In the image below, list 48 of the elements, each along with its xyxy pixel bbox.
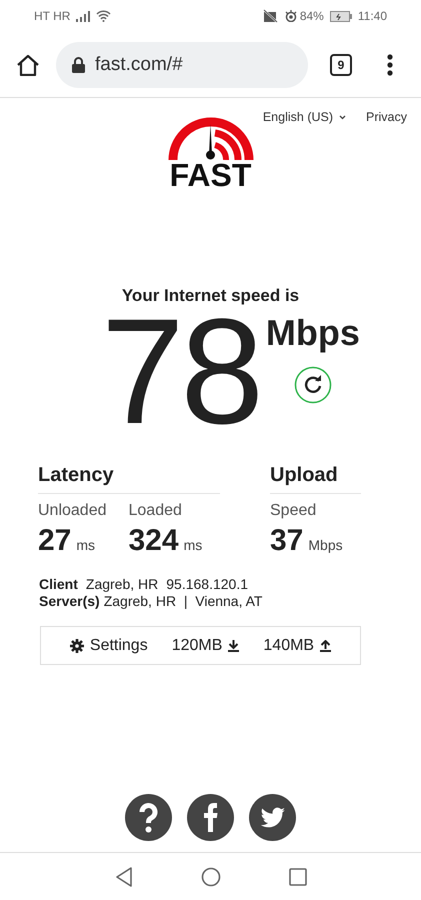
facebook-icon[interactable] (187, 794, 234, 841)
chevron-down-icon (339, 114, 346, 120)
metric-unit: ms (184, 537, 202, 553)
bird-icon[interactable] (249, 794, 296, 841)
metric-label: Loaded (128, 502, 183, 520)
servers-label: Server(s) (39, 593, 100, 610)
metric-unit: Mbps (308, 537, 343, 553)
clock-time: 11:40 (358, 9, 387, 23)
back-icon[interactable] (114, 866, 132, 886)
help-icon[interactable] (125, 794, 172, 841)
recents-icon[interactable] (288, 868, 306, 886)
speed-caption: Your Internet speed is (120, 286, 300, 306)
speed-unit: Mbps (266, 312, 360, 354)
signal-icon (76, 10, 90, 22)
metric-label: Speed (270, 502, 318, 520)
home-icon[interactable] (16, 54, 40, 76)
tab-count-button[interactable]: 9 (330, 54, 352, 76)
metric-value: 324 (128, 524, 179, 558)
settings-button[interactable]: Settings (70, 636, 148, 654)
client-label: Client (39, 576, 78, 593)
address-bar[interactable]: fast.com/# (56, 42, 308, 88)
wifi-icon (96, 10, 112, 22)
language-selector[interactable]: English (US) (262, 110, 346, 124)
gear-icon (70, 638, 84, 652)
lock-icon (72, 56, 85, 72)
menu-icon[interactable] (387, 54, 393, 76)
section-title: Latency (38, 464, 220, 494)
speed-value: 78 (101, 308, 260, 434)
download-icon (228, 640, 240, 652)
privacy-link[interactable]: Privacy (366, 110, 407, 124)
metric-unit: ms (76, 537, 96, 553)
battery-icon (330, 10, 352, 22)
servers-list: Zagreb, HR | Vienna, AT (104, 593, 262, 610)
metric-label: Unloaded (38, 502, 106, 520)
carrier-name: HT HR (34, 9, 70, 23)
battery-percent: 84% (300, 9, 324, 23)
logo-text: FAST (170, 160, 252, 190)
notification-off-icon (262, 9, 278, 23)
client-ip: 95.168.120.1 (166, 576, 248, 593)
metric-value: 37 (270, 524, 304, 558)
client-location: Zagreb, HR (86, 576, 158, 593)
upload-icon (320, 640, 332, 652)
metric-value: 27 (38, 524, 72, 558)
home-circle-icon[interactable] (200, 866, 220, 886)
section-title: Upload (270, 464, 361, 494)
refresh-icon[interactable] (294, 366, 332, 404)
upload-size: 140MB (263, 636, 314, 654)
download-size: 120MB (172, 636, 222, 654)
